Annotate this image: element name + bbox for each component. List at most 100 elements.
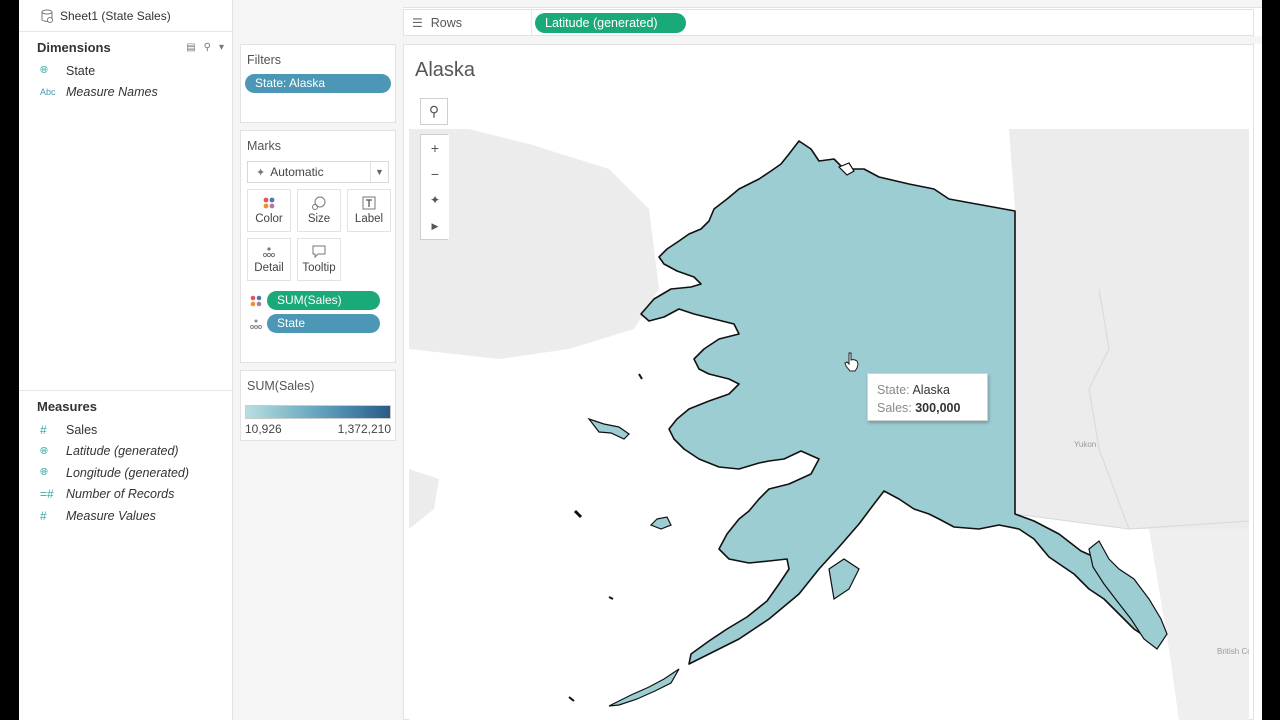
tableau-window: Sheet1 (State Sales) Dimensions ▤ ⚲ ▾ 🌐︎…: [19, 0, 1262, 720]
search-icon: ⚲: [428, 103, 440, 119]
marks-card: Marks ✦ Automatic ▼ Color Size Label Det…: [240, 130, 396, 363]
tooltip-sales-value: 300,000: [915, 401, 961, 415]
search-icon[interactable]: ⚲: [204, 42, 211, 53]
view-title: Alaska: [415, 59, 476, 81]
field-label: Latitude (generated): [66, 444, 179, 459]
legend-title[interactable]: SUM(Sales): [241, 371, 395, 399]
field-measure-values[interactable]: # Measure Values: [19, 505, 233, 527]
marks-pill-state[interactable]: State: [267, 314, 380, 333]
field-state[interactable]: 🌐︎ State: [19, 60, 232, 82]
field-latitude[interactable]: 🌐︎ Latitude (generated): [19, 441, 233, 463]
abc-icon: Abc: [40, 87, 56, 98]
data-pane: Sheet1 (State Sales) Dimensions ▤ ⚲ ▾ 🌐︎…: [19, 0, 233, 720]
legend-min: 10,926: [245, 422, 282, 436]
map-tools: ⚲ + − ✦ ▶: [420, 98, 449, 240]
map-island-nunivak: [649, 516, 672, 530]
label-button[interactable]: Label: [347, 189, 391, 232]
dimensions-title: Dimensions: [37, 39, 111, 55]
globe-icon: 🌐︎: [40, 65, 48, 77]
minus-icon: −: [430, 166, 440, 182]
field-label: Sales: [66, 422, 98, 437]
measures-section: Measures # Sales 🌐︎ Latitude (generated)…: [19, 390, 233, 527]
filter-pill-state[interactable]: State: Alaska: [245, 74, 391, 93]
zoom-out-button[interactable]: −: [421, 161, 449, 187]
mark-type-value: Automatic: [270, 165, 324, 179]
text-label-icon: [362, 196, 376, 210]
map-icon: ✦: [256, 166, 266, 179]
plus-icon: +: [430, 140, 440, 156]
rows-pill-latitude[interactable]: Latitude (generated): [535, 12, 686, 33]
view-list-icon[interactable]: ▤: [186, 42, 195, 53]
field-label: State: [66, 63, 96, 78]
size-icon: [312, 196, 326, 210]
field-label: Measure Names: [66, 85, 158, 100]
expand-toolbar-button[interactable]: ▶: [421, 213, 449, 239]
rows-icon: ☰: [412, 15, 423, 30]
map-island-small: [573, 509, 583, 519]
filters-card: Filters State: Alaska: [240, 44, 396, 123]
field-longitude[interactable]: 🌐︎ Longitude (generated): [19, 462, 233, 484]
measures-header: Measures: [19, 393, 233, 419]
datasource-item[interactable]: Sheet1 (State Sales): [19, 0, 232, 32]
map-search-button[interactable]: ⚲: [420, 98, 448, 125]
detail-button[interactable]: Detail: [247, 238, 291, 281]
detail-icon: [250, 319, 262, 329]
map-island-dot: [568, 696, 575, 702]
color-legend-gradient: [245, 405, 391, 419]
field-sales[interactable]: # Sales: [19, 419, 233, 441]
view-gap: [403, 36, 1262, 44]
legend-max: 1,372,210: [337, 422, 391, 436]
color-legend-card: SUM(Sales) 10,926 1,372,210: [240, 370, 396, 441]
hash-icon: =#: [40, 487, 54, 502]
filters-title: Filters: [247, 53, 282, 67]
map-island-dot: [608, 596, 614, 600]
map-canvas: Yukon British Columbia: [409, 129, 1249, 720]
datasource-name: Sheet1 (State Sales): [60, 8, 171, 23]
hash-icon: #: [40, 422, 47, 437]
tooltip-button[interactable]: Tooltip: [297, 238, 341, 281]
map-aleutians: [608, 668, 680, 707]
map-label-bc: British Columbia: [1217, 647, 1249, 656]
tooltip-icon: [312, 245, 326, 259]
chevron-down-icon[interactable]: ▾: [219, 42, 224, 53]
marks-pill-row-state: State: [241, 314, 395, 333]
detail-icon: [262, 247, 276, 258]
field-label: Longitude (generated): [66, 465, 190, 480]
zoom-in-button[interactable]: +: [421, 135, 449, 161]
hand-cursor-icon: [844, 352, 859, 372]
rows-label-text: Rows: [430, 15, 463, 30]
map-land-bc: [1149, 529, 1249, 720]
pin-icon: ✦: [429, 193, 441, 207]
tooltip-state-key: State:: [877, 383, 910, 397]
label-label: Label: [354, 213, 384, 225]
field-number-of-records[interactable]: =# Number of Records: [19, 484, 233, 506]
size-label: Size: [307, 213, 331, 225]
marks-pill-row-sales: SUM(Sales): [241, 291, 395, 310]
marks-pill-sum-sales[interactable]: SUM(Sales): [267, 291, 380, 310]
worksheet-view: Alaska Yukon British Columbia: [403, 44, 1254, 720]
mark-type-dropdown[interactable]: ✦ Automatic ▼: [247, 161, 389, 183]
map-land-canada: [1009, 129, 1249, 529]
field-label: Number of Records: [66, 487, 175, 502]
mark-tooltip: State: Alaska Sales: 300,000: [867, 373, 988, 421]
field-label: Measure Values: [66, 508, 156, 523]
marks-title: Marks: [247, 139, 282, 153]
tooltip-state-value: Alaska: [912, 383, 950, 397]
dimensions-header: Dimensions ▤ ⚲ ▾: [19, 34, 232, 60]
color-icon: [263, 197, 275, 209]
globe-icon: 🌐︎: [40, 445, 48, 457]
rows-label: ☰ Rows: [404, 10, 532, 35]
play-icon: ▶: [431, 220, 439, 231]
color-button[interactable]: Color: [247, 189, 291, 232]
map-land-siberia-south: [409, 469, 439, 529]
field-measure-names[interactable]: Abc Measure Names: [19, 82, 232, 104]
map[interactable]: Yukon British Columbia ⚲: [409, 89, 1249, 720]
map-island-st-lawrence: [587, 417, 630, 440]
detail-label: Detail: [254, 262, 284, 274]
hash-icon: #: [40, 508, 47, 523]
pin-button[interactable]: ✦: [421, 187, 449, 213]
size-button[interactable]: Size: [297, 189, 341, 232]
shelves-column: Filters State: Alaska Marks ✦ Automatic …: [233, 0, 403, 720]
map-island-dot: [638, 373, 643, 380]
globe-icon: 🌐︎: [40, 467, 48, 479]
